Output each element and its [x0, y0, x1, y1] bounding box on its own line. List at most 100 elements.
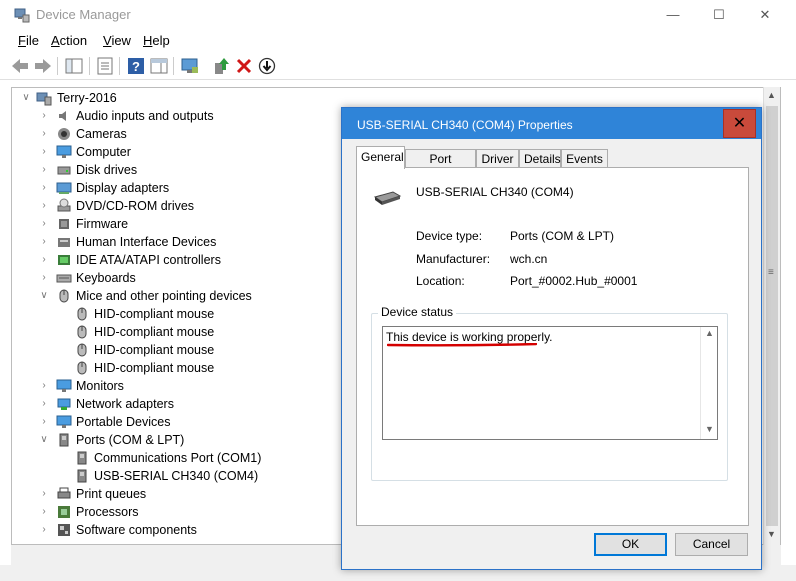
tree-item-label: Audio inputs and outputs: [76, 109, 214, 123]
port-icon: [77, 451, 87, 465]
cpu-icon: [58, 506, 70, 518]
collapsed-chevron-icon[interactable]: ›: [38, 523, 50, 537]
status-scroll-down-icon[interactable]: ▼: [705, 424, 714, 434]
chip-icon: [59, 219, 69, 229]
scroll-up-icon[interactable]: ▲: [767, 90, 776, 100]
tab-driver[interactable]: Driver: [476, 149, 519, 168]
back-arrow-icon[interactable]: [9, 56, 31, 76]
menu-action[interactable]: Action: [51, 33, 87, 48]
uninstall-icon[interactable]: [233, 56, 255, 76]
tree-item-label: HID-compliant mouse: [94, 307, 215, 321]
tab-general[interactable]: General: [356, 146, 405, 169]
device-manager-window: Device Manager — ☐ ✕ File Action View He…: [0, 0, 796, 581]
collapsed-chevron-icon[interactable]: ›: [38, 163, 50, 177]
menu-help-accel: H: [143, 33, 153, 48]
tree-item-label: Ports (COM & LPT): [76, 433, 185, 447]
controller-icon: [58, 255, 70, 265]
printer-icon: [57, 487, 71, 499]
menu-help-label: elp: [152, 33, 170, 48]
tree-item-label: HID-compliant mouse: [94, 361, 215, 375]
tab-details[interactable]: Details: [519, 149, 561, 168]
cancel-button[interactable]: Cancel: [675, 533, 748, 556]
collapsed-chevron-icon[interactable]: ›: [38, 253, 50, 267]
show-hide-console-tree-icon[interactable]: [63, 56, 85, 76]
hid-icon: [58, 238, 70, 247]
menu-file-label: ile: [25, 33, 39, 48]
scroll-thumb[interactable]: [766, 106, 778, 526]
speaker-icon: [59, 111, 66, 121]
device-type-label: Device type:: [416, 229, 483, 243]
monitor-icon: [56, 379, 72, 392]
tab-events[interactable]: Events: [561, 149, 608, 168]
device-status-textbox[interactable]: This device is working properly. ▲ ▼: [382, 326, 718, 440]
red-underline-annotation: [387, 343, 537, 347]
properties-icon[interactable]: [94, 56, 116, 76]
forward-arrow-icon[interactable]: [32, 56, 54, 76]
menu-view[interactable]: View: [103, 33, 131, 48]
collapsed-chevron-icon[interactable]: ›: [38, 415, 50, 429]
expanded-chevron-icon[interactable]: ∨: [38, 289, 50, 303]
collapsed-chevron-icon[interactable]: ›: [38, 271, 50, 285]
collapsed-chevron-icon[interactable]: ›: [38, 145, 50, 159]
tree-item-label: Software components: [76, 523, 197, 537]
tree-item-label: Print queues: [76, 487, 147, 501]
mouse-icon: [77, 325, 87, 339]
menu-file[interactable]: File: [18, 33, 39, 48]
svg-text:?: ?: [132, 59, 140, 74]
action-pane-icon[interactable]: [148, 56, 170, 76]
menu-bar: File Action View Help: [0, 30, 796, 52]
camera-icon: [58, 128, 70, 140]
keyboard-icon: [56, 274, 72, 283]
status-scroll-up-icon[interactable]: ▲: [705, 328, 714, 338]
port-icon: [77, 469, 87, 483]
tree-item-label: Processors: [76, 505, 139, 519]
location-label: Location:: [416, 274, 465, 288]
mouse-icon: [59, 289, 69, 303]
tree-item-label: Firmware: [76, 217, 129, 231]
expanded-chevron-icon[interactable]: ∨: [38, 433, 50, 447]
maximize-button[interactable]: ☐: [696, 0, 742, 30]
mouse-icon: [77, 361, 87, 375]
tab-port-settings[interactable]: Port Settings: [405, 149, 476, 180]
general-tab-panel: USB-SERIAL CH340 (COM4) Device type: Por…: [356, 167, 749, 526]
collapsed-chevron-icon[interactable]: ›: [38, 199, 50, 213]
minimize-button[interactable]: —: [650, 0, 696, 30]
toolbar-separator: [89, 57, 90, 75]
scan-hardware-icon[interactable]: [179, 56, 201, 76]
dialog-title: USB-SERIAL CH340 (COM4) Properties: [357, 118, 573, 132]
properties-dialog: USB-SERIAL CH340 (COM4) Properties ✕ Gen…: [341, 107, 762, 570]
ok-button[interactable]: OK: [594, 533, 667, 556]
tree-item-label: DVD/CD-ROM drives: [76, 199, 195, 213]
tree-item-label: Monitors: [76, 379, 124, 393]
collapsed-chevron-icon[interactable]: ›: [38, 235, 50, 249]
help-icon[interactable]: ?: [125, 56, 147, 76]
enable-device-icon[interactable]: [256, 56, 278, 76]
collapsed-chevron-icon[interactable]: ›: [38, 127, 50, 141]
collapsed-chevron-icon[interactable]: ›: [38, 397, 50, 411]
tree-root-label: Terry-2016: [57, 91, 117, 105]
location-value: Port_#0002.Hub_#0001: [510, 274, 638, 288]
title-bar: Device Manager — ☐ ✕: [0, 0, 796, 30]
tree-item-label: HID-compliant mouse: [94, 343, 215, 357]
menu-action-label: ction: [59, 33, 88, 48]
menu-file-accel: F: [18, 33, 26, 48]
close-button[interactable]: ✕: [742, 0, 788, 30]
collapsed-chevron-icon[interactable]: ›: [38, 181, 50, 195]
collapsed-chevron-icon[interactable]: ›: [38, 505, 50, 519]
display-adapter-icon: [56, 182, 72, 194]
collapsed-chevron-icon[interactable]: ›: [38, 487, 50, 501]
vertical-scrollbar[interactable]: ▲ ≡ ▼: [763, 87, 780, 545]
toolbar-separator: [57, 57, 58, 75]
status-scrollbar[interactable]: ▲ ▼: [700, 327, 717, 439]
menu-help[interactable]: Help: [143, 33, 170, 48]
tree-item-label: Computer: [76, 145, 131, 159]
collapsed-chevron-icon[interactable]: ›: [38, 217, 50, 231]
dialog-close-button[interactable]: ✕: [723, 109, 756, 138]
cd-icon: [57, 198, 71, 212]
collapsed-chevron-icon[interactable]: ›: [38, 379, 50, 393]
scroll-down-icon[interactable]: ▼: [767, 529, 776, 539]
tree-item-label: Cameras: [76, 127, 127, 141]
expanded-chevron-icon[interactable]: ∨: [20, 91, 32, 105]
collapsed-chevron-icon[interactable]: ›: [38, 109, 50, 123]
update-driver-icon[interactable]: [210, 56, 232, 76]
